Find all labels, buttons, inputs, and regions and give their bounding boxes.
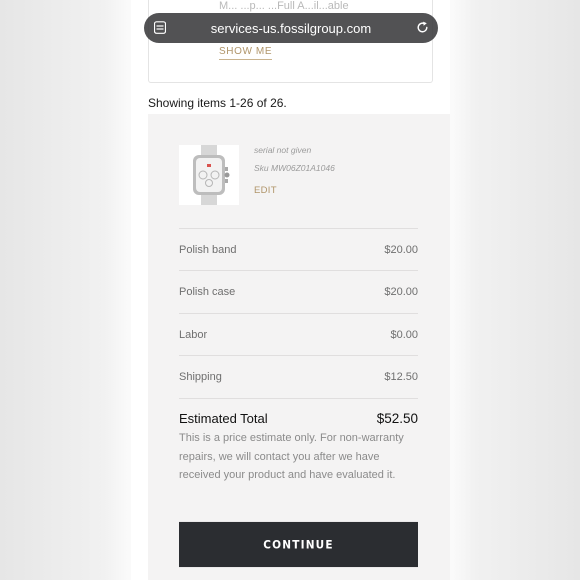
- line-item-label: Polish case: [179, 285, 236, 298]
- line-item-price: $0.00: [390, 328, 418, 341]
- line-item-price: $12.50: [384, 370, 418, 383]
- mobile-screen: M... ...p... ...Full A...il...able SHOW …: [131, 0, 450, 580]
- promo-text: M... ...p... ...Full A...il...able: [219, 0, 349, 12]
- line-item: Polish band $20.00: [179, 228, 418, 270]
- line-item-price: $20.00: [384, 285, 418, 298]
- reload-icon[interactable]: [416, 21, 429, 34]
- line-item-label: Shipping: [179, 370, 222, 383]
- watch-image-icon: [179, 145, 239, 205]
- browser-url-bar[interactable]: services-us.fossilgroup.com: [144, 13, 438, 43]
- line-item-price: $20.00: [384, 243, 418, 256]
- serial-number: serial not given: [254, 145, 312, 155]
- line-item: Labor $0.00: [179, 313, 418, 355]
- line-item: Polish case $20.00: [179, 270, 418, 312]
- total-label: Estimated Total: [179, 411, 268, 426]
- tabs-icon[interactable]: [154, 21, 166, 34]
- total-row: Estimated Total $52.50: [179, 411, 418, 426]
- continue-button[interactable]: CONTINUE: [179, 521, 418, 568]
- line-item-label: Labor: [179, 328, 208, 341]
- edit-link[interactable]: EDIT: [254, 185, 277, 196]
- watch-thumbnail: [179, 145, 239, 205]
- order-summary-panel: serial not given Sku MW06Z01A1046 EDIT P…: [148, 114, 450, 580]
- estimated-total-section: Estimated Total $52.50 This is a price e…: [179, 398, 418, 485]
- url-text[interactable]: services-us.fossilgroup.com: [211, 21, 371, 36]
- total-value: $52.50: [376, 411, 418, 426]
- line-item: Shipping $12.50: [179, 355, 418, 397]
- show-me-link[interactable]: SHOW ME: [219, 46, 273, 60]
- estimate-disclaimer: This is a price estimate only. For non-w…: [179, 432, 404, 481]
- product-sku: Sku MW06Z01A1046: [254, 163, 335, 173]
- line-item-label: Polish band: [179, 243, 237, 256]
- results-count: Showing items 1-26 of 26.: [148, 96, 287, 110]
